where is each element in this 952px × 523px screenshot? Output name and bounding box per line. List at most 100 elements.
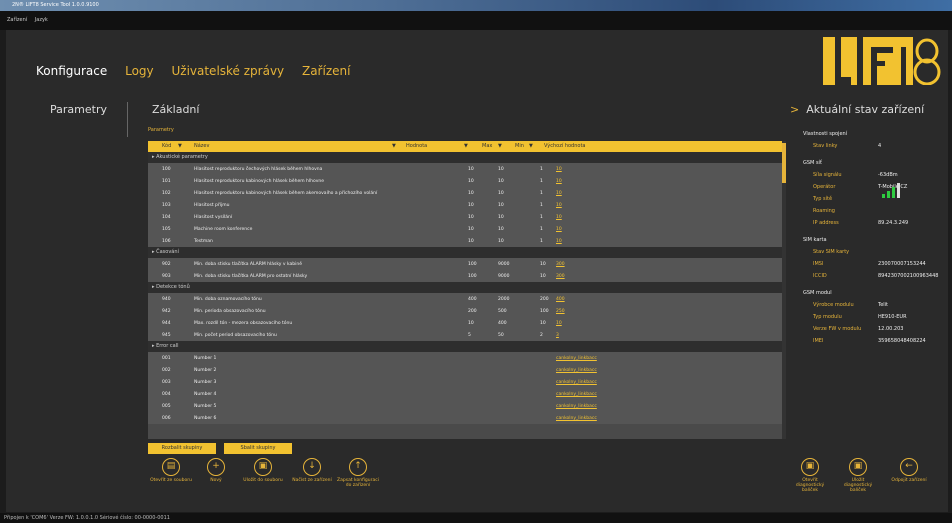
cell-default: 400 xyxy=(556,297,565,302)
status-key: ICCID xyxy=(813,273,827,279)
cell-max: 10 xyxy=(468,203,474,208)
col-code-header[interactable]: Kód xyxy=(162,143,171,149)
table-row[interactable]: 006 Number 6 cankolny_linkbacc xyxy=(148,412,782,424)
menu-item-language[interactable]: Jazyk xyxy=(35,17,48,23)
table-row[interactable]: 942 Min. perioda obsazovacího tónu 200 500 1… xyxy=(148,305,782,317)
save-package-button[interactable]: ▣ Uložit diagnostický balíček xyxy=(837,458,879,493)
table-group-header[interactable]: ▸ Časování xyxy=(148,247,782,258)
expand-groups-button[interactable]: Rozbalit skupiny xyxy=(148,443,216,454)
cell-default: cankolny_linkbacc xyxy=(556,380,597,385)
cell-code: 101 xyxy=(162,179,171,184)
cell-code: 940 xyxy=(162,297,171,302)
nav-tab-user-messages[interactable]: Uživatelské zprávy xyxy=(171,64,284,78)
status-value: -63dBm xyxy=(878,172,898,178)
status-key: Stav linky xyxy=(813,143,838,149)
cell-code: 944 xyxy=(162,321,171,326)
cell-code: 945 xyxy=(162,333,171,338)
cell-default: 250 xyxy=(556,309,565,314)
status-value: 12.00.203 xyxy=(878,326,904,332)
cell-name: Number 1 xyxy=(194,356,217,361)
table-row[interactable]: 100 Hlasitost reproduktoru čechových hlás… xyxy=(148,163,782,175)
table-row[interactable]: 940 Min. doba oznamovacího tónu 400 2000 200… xyxy=(148,293,782,305)
table-row[interactable]: 945 Min. počet period obsazovacího tónu 5 5… xyxy=(148,329,782,341)
upload-icon: ↑ xyxy=(349,458,367,476)
filter-icon[interactable]: ▼ xyxy=(464,143,468,149)
status-value: HE910-EUR xyxy=(878,314,907,320)
cell-min: 10 xyxy=(498,227,504,232)
status-key: Výrobce modulu xyxy=(813,302,854,308)
top-navigation: Konfigurace Logy Uživatelské zprávy Zaří… xyxy=(36,64,364,78)
cell-code: 003 xyxy=(162,380,171,385)
cell-code: 105 xyxy=(162,227,171,232)
chevron-right-icon[interactable]: > xyxy=(790,103,799,116)
col-max-header[interactable]: Max xyxy=(482,143,492,149)
left-panel-title[interactable]: Parametry xyxy=(50,103,107,116)
col-min-header[interactable]: Min xyxy=(515,143,524,149)
download-button[interactable]: ↓ Načíst ze zařízení xyxy=(290,458,334,483)
cell-limit: 1 xyxy=(540,191,543,196)
table-row[interactable]: 003 Number 3 cankolny_linkbacc xyxy=(148,376,782,388)
table-group-header[interactable]: ▸ Detekce tónů xyxy=(148,282,782,293)
upload-button[interactable]: ↑ Zapsat konfiguraci do zařízení xyxy=(336,458,380,488)
table-group-header[interactable]: ▸ Error call xyxy=(148,341,782,352)
filter-icon[interactable]: ▼ xyxy=(178,143,182,149)
cell-default: 10 xyxy=(556,179,562,184)
table-row[interactable]: 102 Hlasitost reproduktoru kabinových hlá… xyxy=(148,187,782,199)
menu-item-device[interactable]: Zařízení xyxy=(7,17,27,23)
status-value: Telit xyxy=(878,302,889,308)
download-icon: ↓ xyxy=(303,458,321,476)
table-row[interactable]: 101 Hlasitost reproduktoru kabinových hlá… xyxy=(148,175,782,187)
cell-code: 103 xyxy=(162,203,171,208)
cell-max: 5 xyxy=(468,333,471,338)
right-panel-title: > Aktuální stav zařízení xyxy=(790,103,924,116)
table-row[interactable]: 902 Min. doba stisku tlačítka ALARM hlásk… xyxy=(148,258,782,270)
open-package-icon: ▣ xyxy=(801,458,819,476)
scrollbar-thumb[interactable] xyxy=(782,143,786,183)
table-row[interactable]: 105 Machine room konference 10 10 1 10 xyxy=(148,223,782,235)
plus-button[interactable]: + Nový xyxy=(194,458,238,483)
status-item: IP address 89.24.3.249 xyxy=(803,217,943,229)
disconnect-button[interactable]: ← Odpojit zařízení xyxy=(888,458,930,483)
table-row[interactable]: 004 Number 4 cankolny_linkbacc xyxy=(148,388,782,400)
cell-name: Min. doba stisku tlačítka ALARM hlásky v… xyxy=(194,262,302,267)
collapse-groups-button[interactable]: Sbalit skupiny xyxy=(224,443,292,454)
action-label: Načíst ze zařízení xyxy=(292,478,332,483)
table-row[interactable]: 106 Testman 10 10 1 10 xyxy=(148,235,782,247)
nav-tab-logs[interactable]: Logy xyxy=(125,64,154,78)
plus-icon: + xyxy=(207,458,225,476)
table-row[interactable]: 002 Number 2 cankolny_linkbacc xyxy=(148,364,782,376)
status-text: Připojen k 'COM6' Verze FW: 1.0.0.1.0 Sé… xyxy=(4,515,170,521)
col-value-header[interactable]: Hodnota xyxy=(406,143,427,149)
col-name-header[interactable]: Název xyxy=(194,143,209,149)
table-row[interactable]: 001 Number 1 cankolny_linkbacc xyxy=(148,352,782,364)
filter-icon[interactable]: ▼ xyxy=(392,143,396,149)
status-section-title: Vlastnosti spojení xyxy=(803,131,848,137)
table-row[interactable]: 944 Max. rozdíl tón - mezera obsazovacího… xyxy=(148,317,782,329)
status-bar: Připojen k 'COM6' Verze FW: 1.0.0.1.0 Sé… xyxy=(0,513,952,523)
cell-name: Hlasitost příjmu xyxy=(194,203,230,208)
cell-code: 104 xyxy=(162,215,171,220)
nav-tab-configuration[interactable]: Konfigurace xyxy=(36,64,107,78)
save-file-button[interactable]: ▣ Uložit do souboru xyxy=(241,458,285,483)
open-package-button[interactable]: ▣ Otevřít diagnostický balíček xyxy=(789,458,831,493)
cell-limit: 1 xyxy=(540,239,543,244)
cell-default: cankolny_linkbacc xyxy=(556,392,597,397)
nav-tab-device[interactable]: Zařízení xyxy=(302,64,350,78)
cell-code: 006 xyxy=(162,416,171,421)
table-row[interactable]: 103 Hlasitost příjmu 10 10 1 10 xyxy=(148,199,782,211)
open-file-button[interactable]: ▤ Otevřít ze souboru xyxy=(149,458,193,483)
table-group-header[interactable]: ▸ Akustické parametry xyxy=(148,152,782,163)
cell-name: Min. perioda obsazovacího tónu xyxy=(194,309,266,314)
filter-icon[interactable]: ▼ xyxy=(529,143,533,149)
cell-name: Hlasitost reproduktoru čechových hlásek … xyxy=(194,167,323,172)
status-item: Typ sítě xyxy=(803,193,943,205)
status-key: Stav SIM karty xyxy=(813,249,850,255)
table-scrollbar[interactable] xyxy=(782,141,786,439)
cell-name: Number 6 xyxy=(194,416,217,421)
filter-icon[interactable]: ▼ xyxy=(498,143,502,149)
table-row[interactable]: 005 Number 5 cankolny_linkbacc xyxy=(148,400,782,412)
table-row[interactable]: 104 Hlasitost vysílání 10 10 1 10 xyxy=(148,211,782,223)
col-default-header[interactable]: Výchozí hodnota xyxy=(544,143,585,149)
table-row[interactable]: 903 Min. doba stisku tlačítka ALARM pro o… xyxy=(148,270,782,282)
cell-default: 10 xyxy=(556,215,562,220)
